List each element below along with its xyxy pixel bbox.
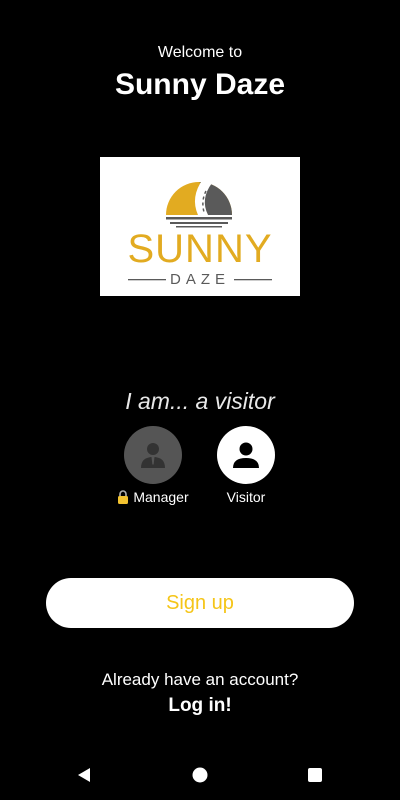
sunset-road-icon: SUNNY DAZE (127, 179, 272, 288)
logo-subword: DAZE (170, 271, 230, 288)
signup-button[interactable]: Sign up (46, 578, 354, 628)
role-label-manager: Manager (133, 489, 189, 505)
back-icon[interactable] (76, 767, 92, 788)
welcome-screen: Welcome to Sunny Daze SUNNY DAZE I am...… (0, 0, 400, 800)
role-option-visitor[interactable]: Visitor (191, 426, 301, 505)
manager-avatar[interactable] (124, 426, 182, 484)
role-caption: I am... a visitor (125, 388, 275, 414)
logo-wordmark: SUNNY (127, 227, 272, 271)
brand-logo: SUNNY DAZE (100, 157, 300, 296)
home-icon[interactable] (192, 767, 208, 788)
person-icon (233, 442, 259, 468)
system-nav-bar (0, 750, 400, 800)
login-link[interactable]: Log in! (0, 695, 400, 717)
lock-icon (117, 490, 129, 507)
app-title: Sunny Daze (114, 68, 286, 101)
recents-icon[interactable] (307, 767, 323, 788)
welcome-subtitle: Welcome to (157, 44, 243, 61)
manager-avatar-icon (141, 443, 165, 468)
visitor-avatar[interactable] (217, 426, 275, 484)
role-label-visitor: Visitor (226, 489, 266, 505)
account-prompt: Already have an account? (101, 670, 299, 689)
